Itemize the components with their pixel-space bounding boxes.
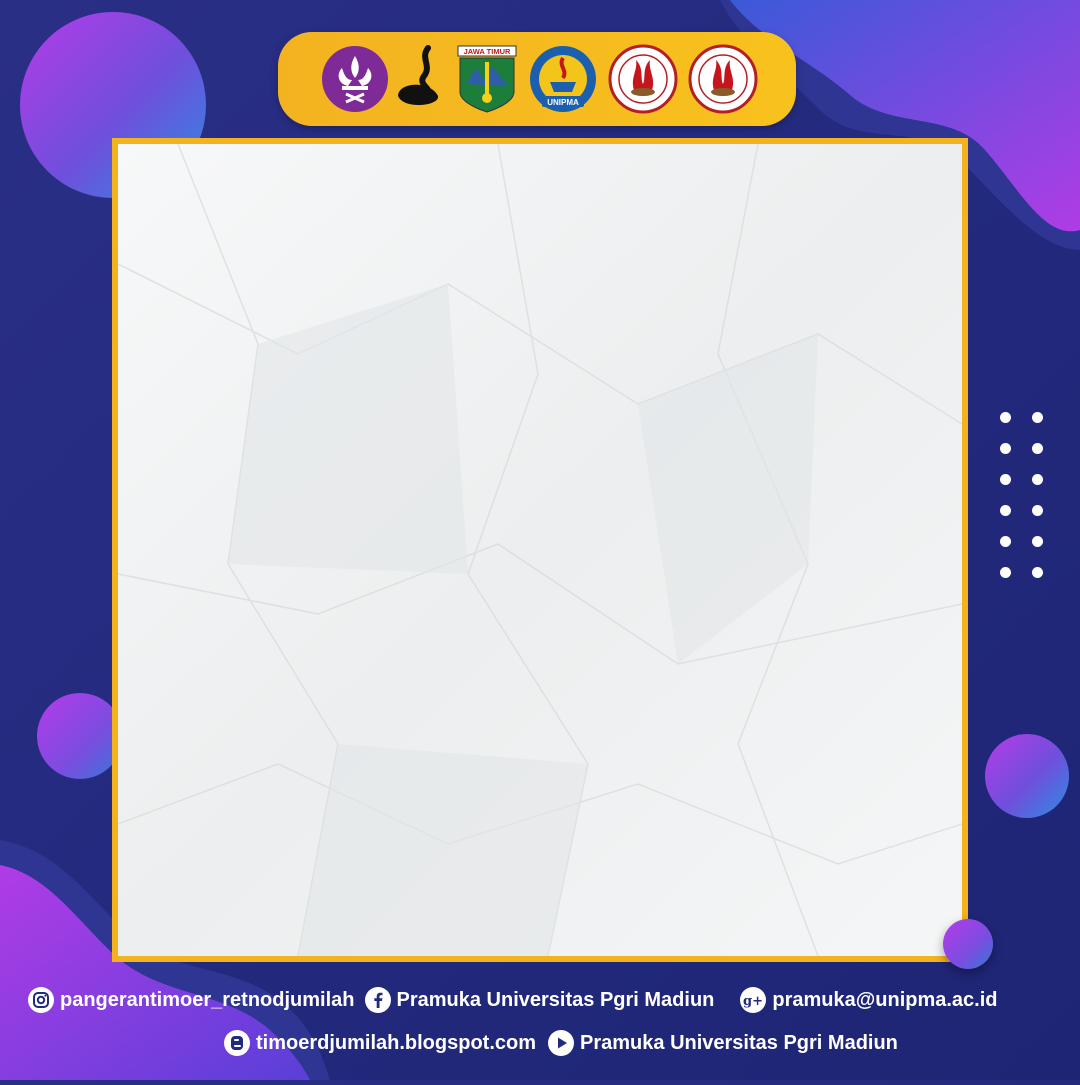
- email-address[interactable]: pramuka@unipma.ac.id: [772, 989, 997, 1012]
- youtube-play-icon: [548, 1030, 575, 1056]
- footer-line-2: timoerdjumilah.blogspot.com Pramuka Univ…: [224, 1030, 898, 1056]
- right-mid-circle: [985, 734, 1069, 818]
- instagram-handle[interactable]: pangerantimoer_retnodjumilah: [60, 989, 355, 1012]
- svg-text:UNIPMA: UNIPMA: [547, 98, 579, 107]
- left-mid-circle: [37, 693, 123, 779]
- google-plus-icon: g+: [740, 987, 767, 1013]
- footer-line-1: pangerantimoer_retnodjumilah Pramuka Uni…: [28, 987, 998, 1013]
- youtube-channel[interactable]: Pramuka Universitas Pgri Madiun: [580, 1032, 898, 1055]
- jawa-timur-logo: JAWA TIMUR: [456, 44, 526, 114]
- bottom-right-small-circle: [943, 919, 993, 969]
- facebook-page[interactable]: Pramuka Universitas Pgri Madiun: [397, 989, 715, 1012]
- blog-url[interactable]: timoerdjumilah.blogspot.com: [256, 1032, 536, 1055]
- svg-text:g+: g+: [743, 994, 763, 1009]
- svg-text:JAWA TIMUR: JAWA TIMUR: [464, 47, 511, 56]
- seal-logo-1: [608, 44, 678, 114]
- logo-bar: JAWA TIMUR UNIPMA: [278, 32, 796, 126]
- seal-logo-2: [688, 44, 758, 114]
- tunas-kelapa-logo: [390, 44, 460, 114]
- blogger-icon: [224, 1030, 250, 1056]
- scout-emblem-logo: [320, 44, 390, 114]
- unipma-logo: UNIPMA: [528, 44, 598, 114]
- dot-grid-decoration: [1000, 412, 1046, 580]
- facebook-icon: [364, 987, 391, 1013]
- instagram-icon: [28, 987, 54, 1013]
- paper-photo-frame: [112, 138, 968, 962]
